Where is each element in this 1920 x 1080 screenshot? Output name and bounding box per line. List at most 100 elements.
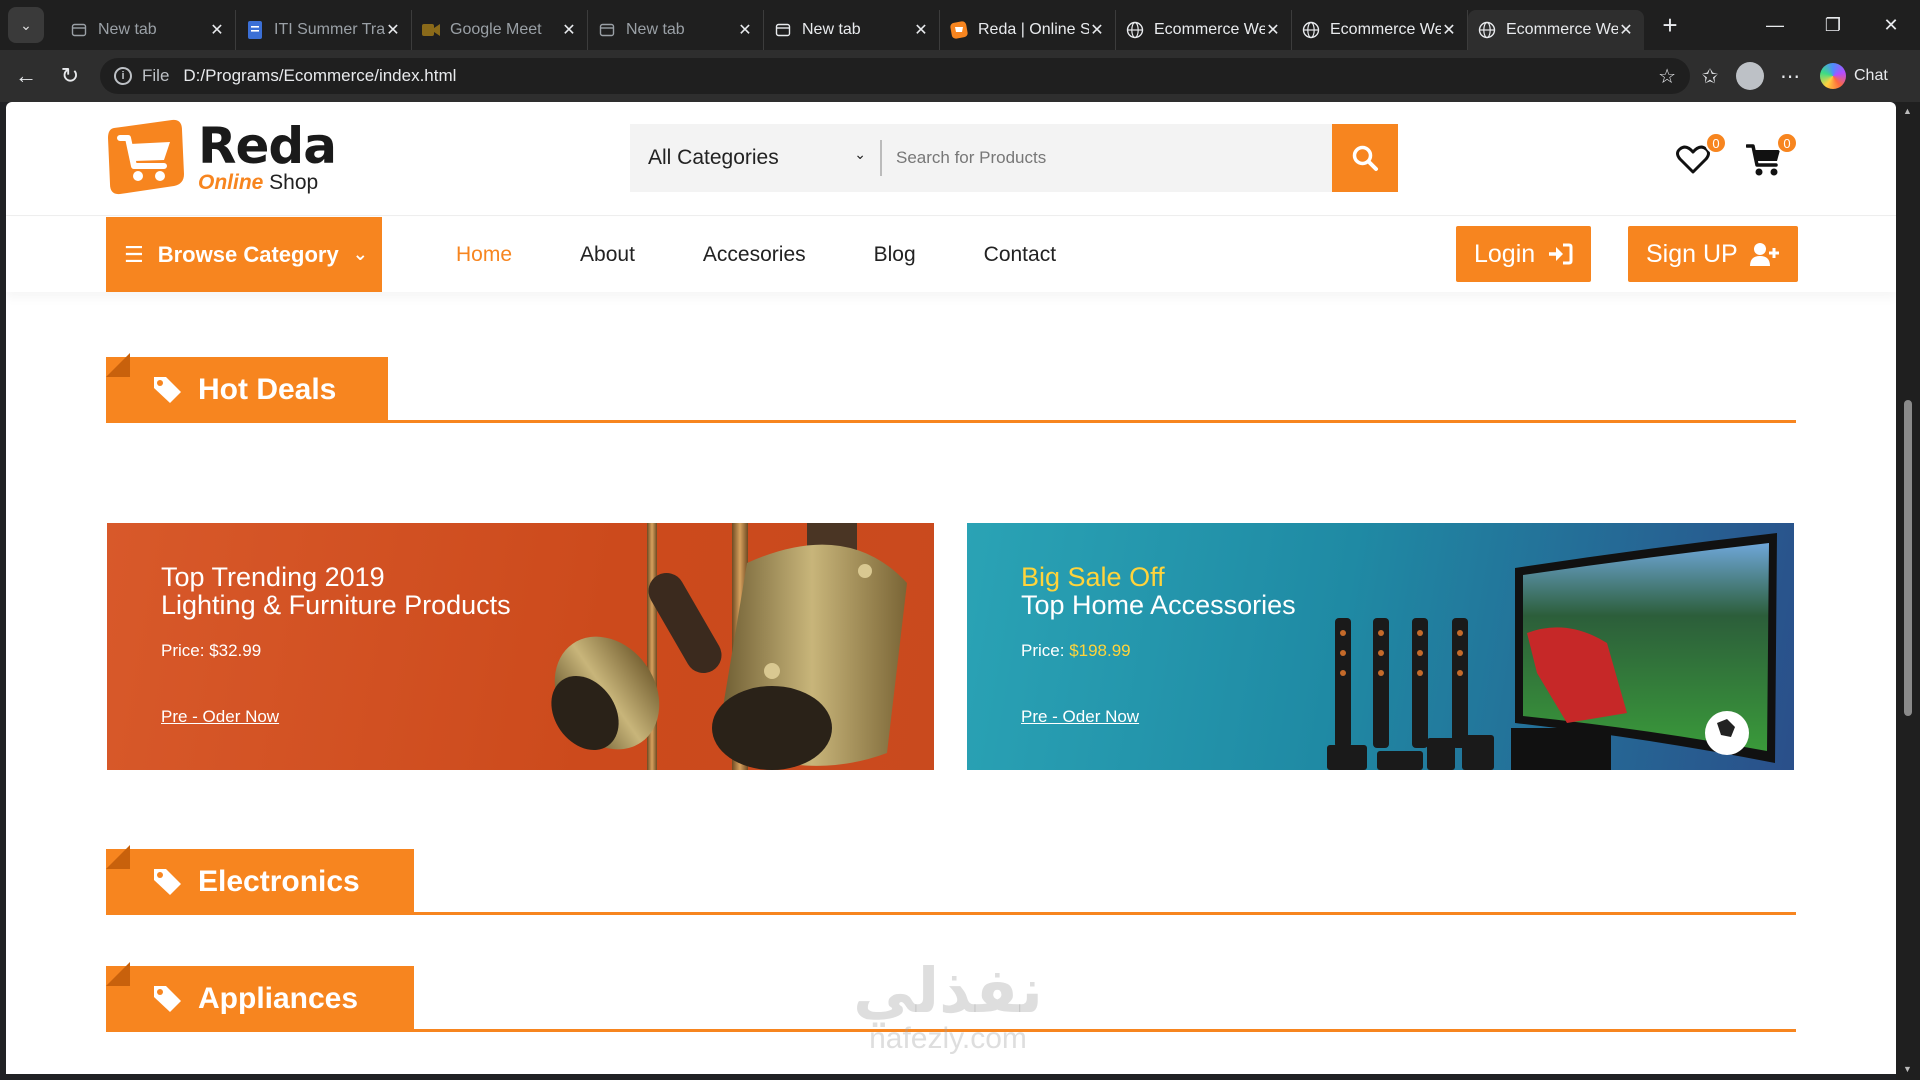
hot-deals-section-header: Hot Deals: [106, 353, 1796, 423]
menu-bars-icon: ☰: [124, 241, 144, 267]
logo-tag-rest: Shop: [263, 171, 319, 194]
nav-about-link[interactable]: About: [580, 243, 635, 267]
restore-icon[interactable]: ❐: [1804, 0, 1862, 50]
new-tab-button[interactable]: +: [1654, 9, 1686, 41]
price-label: Price:: [1021, 641, 1070, 660]
section-title: Appliances: [198, 982, 359, 1015]
copilot-chat-button[interactable]: Chat: [1820, 63, 1888, 89]
doc-icon: [246, 21, 264, 39]
browser-tab[interactable]: New tab ✕: [60, 10, 236, 50]
banner-headline-2: Top Home Accessories: [1021, 590, 1296, 620]
nav-blog-link[interactable]: Blog: [874, 243, 916, 267]
login-label: Login: [1474, 239, 1536, 268]
favorites-icon[interactable]: ✩: [1690, 58, 1730, 94]
browser-tab[interactable]: ITI Summer Trai ✕: [236, 10, 412, 50]
banner-price: Price: $198.99: [1021, 641, 1296, 661]
browser-toolbar: ← ↻ i File D:/Programs/Ecommerce/index.h…: [0, 50, 1920, 102]
browser-tab[interactable]: New tab ✕: [588, 10, 764, 50]
page-icon: [70, 21, 88, 39]
tab-title: Reda | Online St: [978, 21, 1089, 38]
browse-category-button[interactable]: ☰ Browse Category ⌄: [106, 217, 382, 292]
nav-menu: Home About Accesories Blog Contact: [456, 217, 1124, 292]
signup-button[interactable]: Sign UP: [1628, 226, 1798, 282]
close-icon[interactable]: ✕: [1265, 20, 1281, 40]
section-fold: [106, 353, 130, 377]
globe-icon: [1478, 21, 1496, 39]
page-viewport: Reda Online Shop All Categories ⌄ 0 0: [6, 102, 1896, 1074]
minimize-icon[interactable]: —: [1746, 0, 1804, 50]
login-button[interactable]: Login: [1456, 226, 1592, 282]
tags-icon: [152, 867, 184, 897]
close-icon[interactable]: ✕: [385, 20, 401, 40]
appliances-section-header: Appliances: [106, 962, 1796, 1032]
nav-accessories-link[interactable]: Accesories: [703, 243, 806, 267]
tab-title: Google Meet: [450, 21, 542, 38]
price-label: Price:: [161, 641, 210, 660]
tab-title: Ecommerce Wel: [1330, 21, 1441, 38]
close-icon[interactable]: ✕: [561, 20, 577, 40]
close-icon[interactable]: ✕: [737, 20, 753, 40]
close-icon[interactable]: ✕: [209, 20, 225, 40]
tags-icon: [152, 984, 184, 1014]
browser-tab-active[interactable]: Ecommerce Wel ✕: [1468, 10, 1644, 50]
nav-contact-link[interactable]: Contact: [984, 243, 1056, 267]
tab-title: Ecommerce Wel: [1506, 21, 1618, 38]
promo-banner-accessories[interactable]: Big Sale Off Top Home Accessories Price:…: [967, 523, 1794, 770]
scrollbar-thumb[interactable]: [1904, 400, 1912, 716]
scroll-up-arrow-icon[interactable]: ▲: [1903, 106, 1912, 116]
browser-tab[interactable]: Reda | Online St ✕: [940, 10, 1116, 50]
info-icon[interactable]: i: [114, 67, 132, 85]
search-icon: [1352, 145, 1378, 171]
banner-text: Big Sale Off Top Home Accessories Price:…: [1021, 563, 1296, 727]
banner-text: Top Trending 2019 Lighting & Furniture P…: [161, 563, 511, 727]
category-select[interactable]: All Categories ⌄: [630, 124, 880, 192]
profile-avatar[interactable]: [1736, 62, 1764, 90]
more-options-icon[interactable]: ⋯: [1770, 58, 1810, 94]
wishlist-button[interactable]: 0: [1673, 132, 1727, 180]
browser-tab[interactable]: New tab ✕: [764, 10, 940, 50]
chat-label: Chat: [1854, 67, 1888, 84]
electronics-section-header: Electronics: [106, 845, 1796, 915]
url-text[interactable]: D:/Programs/Ecommerce/index.html: [183, 66, 456, 86]
close-icon[interactable]: ✕: [1618, 20, 1634, 40]
search-input[interactable]: [882, 124, 1332, 192]
back-arrow-icon[interactable]: ←: [8, 58, 44, 94]
address-bar[interactable]: i File D:/Programs/Ecommerce/index.html …: [100, 58, 1690, 94]
close-window-icon[interactable]: ✕: [1862, 0, 1920, 50]
tab-title: Ecommerce Wel: [1154, 21, 1265, 38]
logo-tagline: Online Shop: [198, 172, 336, 194]
section-fold: [106, 845, 130, 869]
section-title-box: Appliances: [106, 966, 414, 1032]
site-logo[interactable]: Reda Online Shop: [106, 118, 337, 196]
browse-category-label: Browse Category: [157, 241, 339, 267]
nav-home-link[interactable]: Home: [456, 243, 512, 267]
banner-price: Price: $32.99: [161, 641, 511, 661]
close-icon[interactable]: ✕: [1089, 20, 1105, 40]
tab-search-button[interactable]: ⌄: [8, 7, 44, 43]
promo-banner-lighting[interactable]: Top Trending 2019 Lighting & Furniture P…: [107, 523, 934, 770]
pre-order-link[interactable]: Pre - Oder Now: [161, 707, 511, 727]
chevron-down-icon: ⌄: [854, 146, 866, 162]
bookmark-star-icon[interactable]: ☆: [1658, 64, 1676, 89]
scroll-down-arrow-icon[interactable]: ▼: [1903, 1064, 1912, 1074]
chevron-down-icon: ⌄: [352, 244, 368, 264]
browser-tab[interactable]: Ecommerce Wel ✕: [1116, 10, 1292, 50]
browser-tab[interactable]: Ecommerce Wel ✕: [1292, 10, 1468, 50]
search-button[interactable]: [1332, 124, 1398, 192]
browser-tab[interactable]: Google Meet ✕: [412, 10, 588, 50]
meet-icon: [422, 21, 440, 39]
page-scrollbar[interactable]: ▲ ▼: [1896, 102, 1920, 1080]
wishlist-count-badge: 0: [1705, 132, 1727, 154]
banner-headline-1: Big Sale Off: [1021, 562, 1165, 592]
close-icon[interactable]: ✕: [913, 20, 929, 40]
close-icon[interactable]: ✕: [1441, 20, 1457, 40]
logo-tag-highlight: Online: [198, 171, 264, 194]
pre-order-link[interactable]: Pre - Oder Now: [1021, 707, 1296, 727]
tab-title: ITI Summer Trai: [274, 21, 385, 38]
tab-title: New tab: [98, 21, 157, 38]
cart-button[interactable]: 0: [1744, 132, 1798, 180]
logo-cart-icon: [108, 119, 184, 195]
globe-icon: [1126, 21, 1144, 39]
reload-icon[interactable]: ↻: [52, 58, 88, 94]
cart-count-badge: 0: [1776, 132, 1798, 154]
